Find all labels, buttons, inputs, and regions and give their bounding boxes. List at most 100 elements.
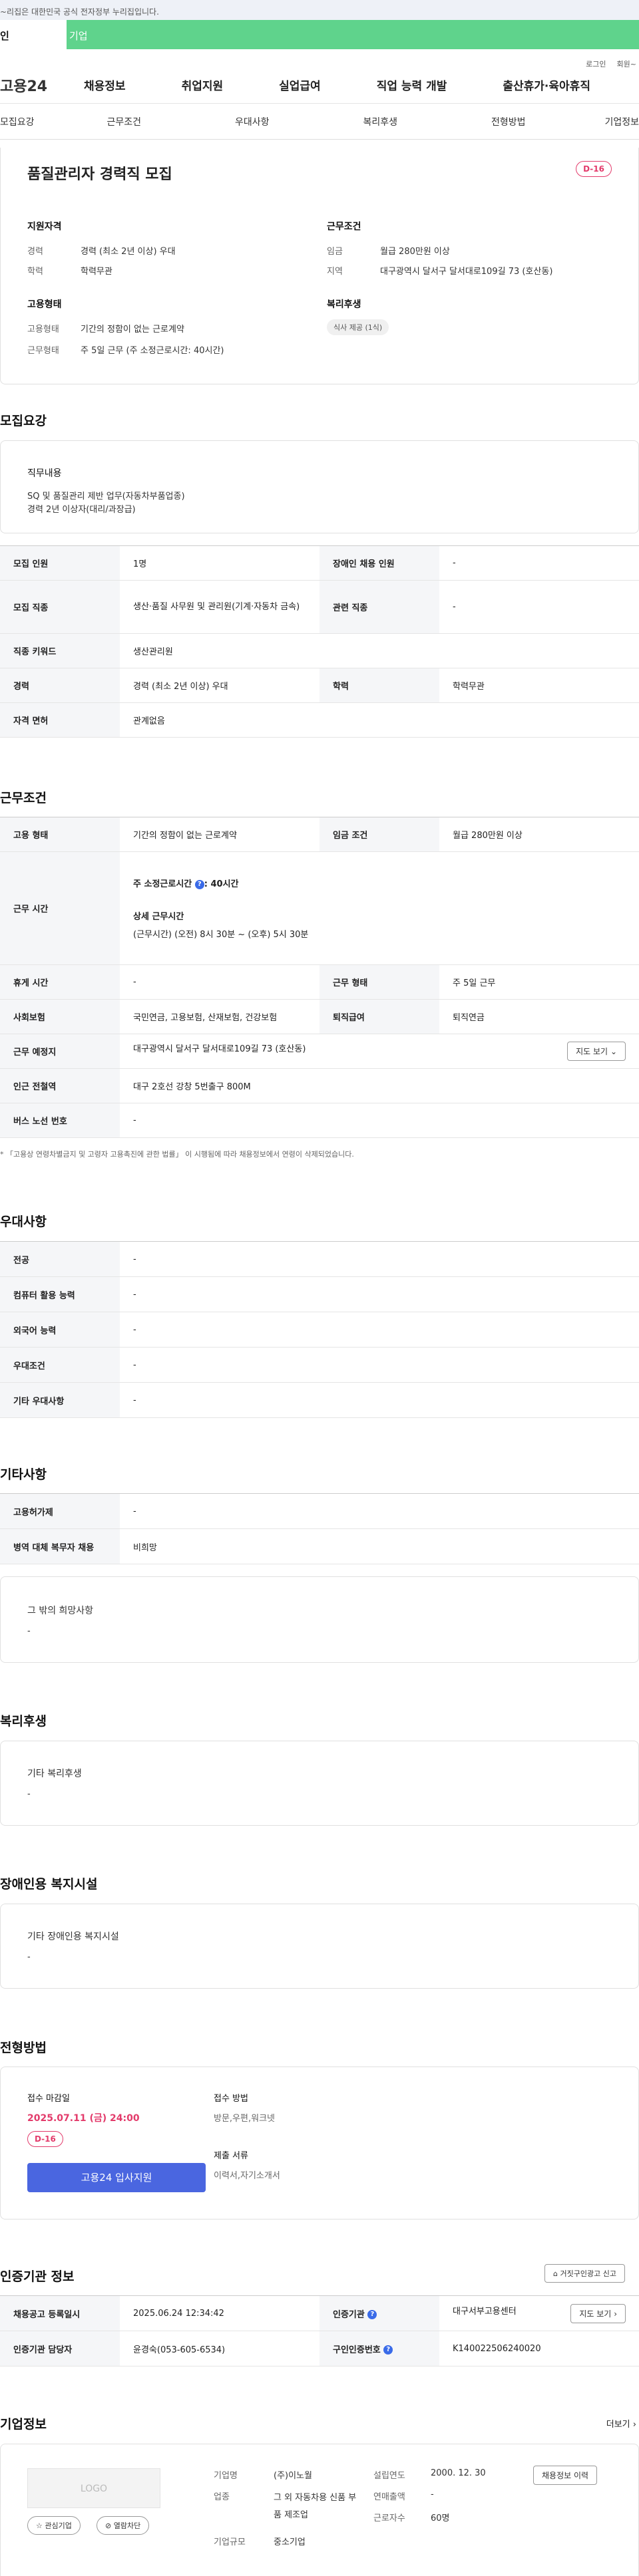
selection-dday-badge: D-16	[27, 2131, 63, 2147]
location-value: 대구광역시 달서구 달서대로109길 73 (호산동)	[133, 1044, 306, 1054]
site-logo[interactable]: 고용24	[0, 74, 53, 96]
disabled-count-label: 장애인 채용 인원	[320, 545, 439, 581]
nav-parental-leave[interactable]: 출산휴가·육아휴직	[503, 76, 590, 93]
duty-line-1: SQ 및 품질관리 제반 업무(자동차부품업종)	[27, 492, 185, 501]
cert-map-button[interactable]: 지도 보기 ›	[570, 2303, 626, 2323]
pref-computer-label: 컴퓨터 활용 능력	[0, 1276, 120, 1312]
pref-language-value: -	[120, 1312, 639, 1348]
chevron-down-icon: ⌄	[610, 1047, 617, 1056]
location-label: 근무 예정지	[0, 1034, 120, 1069]
deadline-label: 접수 마감일	[27, 2094, 70, 2104]
disabled-facility-heading: 장애인용 복지시설	[0, 1877, 98, 1892]
hours-weekly-label: 주 소정근로시간	[133, 879, 192, 889]
sales-label: 연매출액	[373, 2492, 405, 2502]
wage-value: 월급 280만원 이상	[380, 247, 450, 257]
military-label: 병역 대체 복무자 채용	[0, 1528, 120, 1564]
map-button-label: 지도 보기	[576, 1047, 608, 1056]
recruit-heading: 모집요강	[0, 414, 47, 428]
chevron-right-icon: ›	[632, 2420, 636, 2430]
nav-training[interactable]: 직업 능력 개발	[377, 76, 447, 93]
employee-count-label: 근로자수	[373, 2513, 405, 2523]
cert-org-value: 대구서부고용센터	[453, 2306, 517, 2317]
help-icon[interactable]: ?	[367, 2310, 377, 2319]
section-tab-company[interactable]: 기업정보	[572, 115, 639, 128]
pref-computer-value: -	[120, 1276, 639, 1312]
cond-heading: 근무조건	[327, 221, 361, 232]
docs-value: 이력서,자기소개서	[214, 2171, 280, 2181]
company-size-label: 기업규모	[214, 2537, 246, 2547]
help-icon[interactable]: ?	[194, 879, 204, 889]
hiring-history-button[interactable]: 채용정보 이력	[533, 2466, 598, 2485]
subway-value: 대구 2호선 강창 5번출구 800M	[120, 1068, 639, 1103]
disabled-facility-box: 기타 장애인용 복지시설 -	[0, 1904, 639, 1989]
cert-heading: 인증기관 정보	[0, 2269, 75, 2284]
tab-company[interactable]: 기업	[67, 20, 639, 49]
sales-value: -	[431, 2490, 434, 2500]
pref-major-label: 전공	[0, 1241, 120, 1277]
company-logo-placeholder: LOGO	[27, 2468, 160, 2508]
map-button[interactable]: 지도 보기 ⌄	[567, 1042, 626, 1061]
hours-detail-label: 상세 근무시간	[133, 912, 184, 922]
job-type-label: 모집 직종	[0, 580, 120, 634]
job-summary-card: 품질관리자 경력직 모집 D-16 지원자격 경력 경력 (최소 2년 이상) …	[0, 148, 639, 384]
section-tab-selection[interactable]: 전형방법	[445, 115, 573, 128]
license-label: 자격 면허	[0, 702, 120, 738]
reg-date-value: 2025.06.24 12:34:42	[120, 2295, 320, 2331]
recruit-count-label: 모집 인원	[0, 545, 120, 581]
star-icon: ☆	[36, 2521, 43, 2530]
cert-org-cell: 대구서부고용센터 지도 보기 ›	[439, 2295, 639, 2331]
career-row-label: 경력	[0, 668, 120, 703]
recruit-table: 모집 인원 1명 장애인 채용 인원 - 모집 직종 생산·품질 사무원 및 관리원(기…	[0, 545, 639, 738]
nav-unemployment-benefit[interactable]: 실업급여	[279, 76, 321, 93]
join-link[interactable]: 회원~	[617, 60, 636, 69]
chevron-right-icon: ›	[614, 2309, 617, 2319]
est-year-value: 2000. 12. 30	[431, 2468, 486, 2478]
recruit-count-value: 1명	[120, 545, 320, 581]
emptype-label: 고용형태	[27, 325, 59, 335]
favorite-company-label: 관심기업	[45, 2521, 72, 2530]
pref-table: 전공 - 컴퓨터 활용 능력 - 외국어 능력 - 우대조건 - 기타 우대사항 -	[0, 1241, 639, 1418]
nav-jobs[interactable]: 채용정보	[84, 76, 126, 93]
tab-company-label: 기업	[69, 30, 88, 42]
cert-manager-value: 윤경숙(053-605-6534)	[120, 2331, 320, 2366]
nav-employment-support[interactable]: 취업지원	[182, 76, 224, 93]
bus-value: -	[120, 1103, 639, 1138]
company-name-label: 기업명	[214, 2471, 238, 2481]
emp-heading: 고용형태	[27, 299, 62, 310]
company-size-value: 중소기업	[274, 2537, 306, 2547]
block-company-button[interactable]: ⊘ 열람차단	[97, 2516, 150, 2535]
disabled-count-value: -	[439, 545, 639, 581]
help-icon[interactable]: ?	[383, 2345, 393, 2355]
login-link[interactable]: 로그인	[586, 60, 606, 69]
deadline-value: 2025.07.11 (금) 24:00	[27, 2113, 140, 2124]
related-job-value: -	[439, 580, 639, 634]
section-tab-welfare[interactable]: 복리후생	[316, 115, 445, 128]
emptype-value: 기간의 정함이 없는 근로계약	[81, 325, 184, 335]
rest-value: -	[120, 964, 320, 1000]
duty-box: 직무내용 SQ 및 품질관리 제반 업무(자동차부품업종) 경력 2년 이상자(…	[0, 440, 639, 533]
edu-row-value: 학력무관	[439, 668, 639, 703]
job-title: 품질관리자 경력직 모집	[27, 166, 172, 183]
section-tab-work[interactable]: 근무조건	[60, 115, 188, 128]
permit-value: -	[120, 1493, 639, 1529]
company-more-link[interactable]: 더보기 ›	[606, 2417, 636, 2430]
selection-box: 접수 마감일 2025.07.11 (금) 24:00 D-16 고용24 입사…	[0, 2067, 639, 2219]
section-nav: 모집요강 근무조건 우대사항 복리후생 전형방법 기업정보	[0, 104, 639, 140]
selection-heading: 전형방법	[0, 2041, 47, 2055]
disabled-facility-label: 기타 장애인용 복지시설	[27, 1932, 119, 1942]
apply-button[interactable]: 고용24 입사지원	[27, 2163, 206, 2192]
report-false-ad-button[interactable]: ⌂ 거짓구인광고 신고	[544, 2264, 625, 2283]
wage-label: 임금	[327, 247, 343, 257]
career-label: 경력	[27, 247, 43, 257]
qual-heading: 지원자격	[27, 221, 62, 232]
cert-number-label: 구인인증번호	[333, 2345, 381, 2355]
emp-type-value: 기간의 정함이 없는 근로계약	[120, 817, 320, 852]
welfare-section-heading: 복리후생	[0, 1714, 47, 1729]
welfare-badge: 식사 제공 (1식)	[327, 319, 389, 335]
favorite-company-button[interactable]: ☆ 관심기업	[27, 2516, 81, 2535]
tab-personal[interactable]: 인	[0, 20, 67, 49]
section-tab-recruit[interactable]: 모집요강	[0, 115, 60, 128]
section-tab-pref[interactable]: 우대사항	[188, 115, 317, 128]
main-nav: 고용24 채용정보 취업지원 실업급여 직업 능력 개발 출산휴가·육아휴직	[0, 67, 639, 104]
industry-label: 업종	[214, 2492, 230, 2502]
